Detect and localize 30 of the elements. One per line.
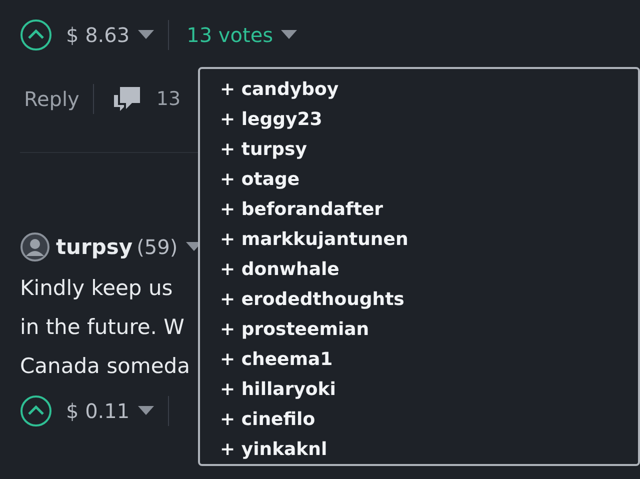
upvote-icon[interactable] — [20, 395, 52, 427]
payout-amount: $ 0.11 — [66, 399, 130, 423]
caret-icon[interactable] — [138, 406, 154, 416]
votes-link[interactable]: 13 votes — [186, 23, 274, 47]
voter-item[interactable]: + prosteemian — [220, 315, 638, 345]
caret-icon[interactable] — [138, 30, 154, 40]
voter-item[interactable]: + hillaryoki — [220, 375, 638, 405]
author-reputation: (59) — [136, 235, 178, 259]
comment-count: 13 — [156, 88, 181, 110]
comment-text: Kindly keep us — [20, 275, 173, 302]
upvote-icon[interactable] — [20, 19, 52, 51]
comments-icon — [112, 85, 142, 113]
avatar-icon — [20, 232, 50, 262]
comment-text: Canada someda — [20, 353, 190, 380]
voter-item[interactable]: + cinefilo — [220, 405, 638, 435]
voter-item[interactable]: + otage — [220, 165, 638, 195]
voter-item[interactable]: + leggy23 — [220, 105, 638, 135]
voter-item[interactable]: + cheema1 — [220, 345, 638, 375]
payout-amount: $ 8.63 — [66, 23, 130, 47]
voter-item[interactable]: + beforandafter — [220, 195, 638, 225]
reply-link[interactable]: Reply — [24, 87, 80, 111]
voter-item[interactable]: + erodedthoughts — [220, 285, 638, 315]
voter-item[interactable]: + yinkaknl — [220, 435, 638, 465]
caret-icon[interactable] — [281, 30, 298, 40]
voter-item[interactable]: + candyboy — [220, 75, 638, 105]
comment-text: in the future. W — [20, 314, 184, 341]
voter-item[interactable]: + turpsy — [220, 135, 638, 165]
voter-item[interactable]: + donwhale — [220, 255, 638, 285]
voter-item[interactable]: + markkujantunen — [220, 225, 638, 255]
author-name[interactable]: turpsy — [56, 235, 133, 259]
